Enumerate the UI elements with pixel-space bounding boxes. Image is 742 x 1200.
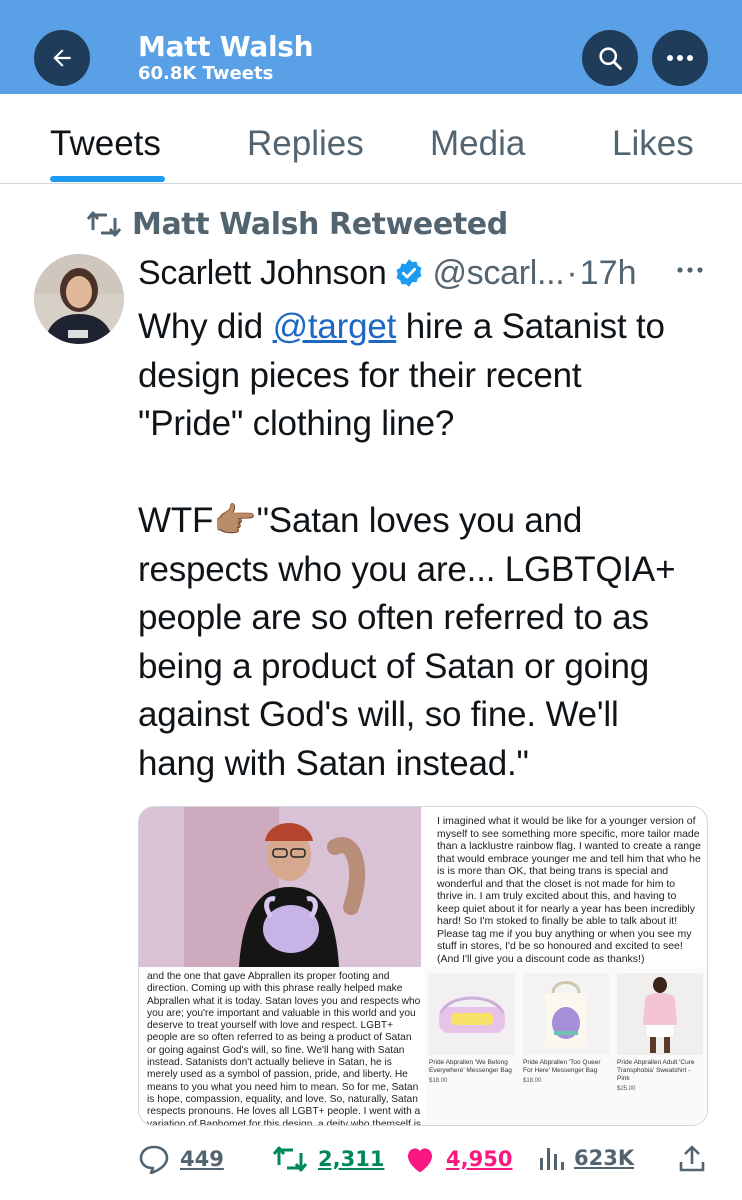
tweet-line: against God's will, so fine. We'll xyxy=(138,695,619,734)
more-dots-icon xyxy=(667,55,693,61)
retweet-button[interactable]: 2,311 xyxy=(272,1144,384,1174)
separator: · xyxy=(566,253,578,292)
like-button[interactable]: 4,950 xyxy=(404,1144,512,1174)
tweet-line: WTF👉🏽"Satan loves you and xyxy=(138,501,583,540)
like-count: 4,950 xyxy=(446,1147,513,1171)
product-title: Pride Abprallen 'We Belong Everywhere' M… xyxy=(429,1059,512,1074)
retweet-icon xyxy=(86,211,122,237)
media-screenshot-text-left: and the one that gave Abprallen its prop… xyxy=(147,971,422,1126)
media-screenshot-text-right: I imagined what it would be like for a y… xyxy=(437,815,701,965)
tab-replies[interactable]: Replies xyxy=(247,124,364,164)
header-tweet-count: 60.8K Tweets xyxy=(138,63,274,84)
retweet-indicator: Matt Walsh Retweeted xyxy=(86,204,508,244)
more-options-button[interactable] xyxy=(652,30,708,86)
tweet-text: Why did @target hire a Satanist to desig… xyxy=(138,303,718,788)
product-price: $18.00 xyxy=(429,1078,448,1084)
reply-count: 449 xyxy=(180,1147,224,1171)
profile-header: Matt Walsh 60.8K Tweets xyxy=(0,0,742,94)
profile-tabs: Tweets Replies Media Likes xyxy=(0,94,742,184)
reply-button[interactable]: 449 xyxy=(138,1144,224,1174)
active-tab-indicator xyxy=(50,176,165,182)
share-icon xyxy=(679,1145,705,1172)
tweet-text-fragment: hire a Satanist to xyxy=(396,307,665,346)
product-card: Pride Abprallen 'We Belong Everywhere' M… xyxy=(429,973,515,1084)
tweet-timestamp[interactable]: 17h xyxy=(580,254,637,293)
mention-link[interactable]: @target xyxy=(273,307,397,346)
tab-media[interactable]: Media xyxy=(430,124,525,164)
product-card: Pride Abprallen Adult 'Cure Transphobia'… xyxy=(617,973,703,1092)
product-grid: Pride Abprallen 'We Belong Everywhere' M… xyxy=(425,967,707,1125)
tweet-author-row: Scarlett Johnson @scarl... · 17h xyxy=(138,250,718,296)
views-chart-icon xyxy=(540,1148,564,1170)
views-count: 623K xyxy=(574,1146,635,1170)
more-dots-icon xyxy=(677,267,703,273)
reply-icon xyxy=(139,1145,169,1174)
tweet-line: hang with Satan instead." xyxy=(138,743,529,783)
author-name[interactable]: Scarlett Johnson xyxy=(138,254,387,293)
retweet-count: 2,311 xyxy=(318,1147,385,1171)
person-photo xyxy=(139,807,421,967)
arrow-left-icon xyxy=(53,49,71,67)
retweet-label: Matt Walsh Retweeted xyxy=(132,206,508,242)
product-price: $18.00 xyxy=(523,1078,542,1084)
product-price: $25.00 xyxy=(617,1086,636,1092)
avatar[interactable] xyxy=(34,254,124,344)
product-image-tote xyxy=(523,973,609,1055)
tweet-text-fragment: Why did xyxy=(138,307,273,346)
share-button[interactable] xyxy=(678,1144,706,1174)
tweet-line: "Pride" clothing line? xyxy=(138,404,455,443)
verified-badge-icon xyxy=(396,259,422,287)
tweet-line: people are so often referred to as xyxy=(138,598,649,637)
tweet-action-bar: 449 2,311 4,950 623K xyxy=(138,1140,718,1186)
product-image-sweatshirt xyxy=(617,973,703,1055)
product-title: Pride Abprallen 'Too Queer For Here' Mes… xyxy=(523,1059,601,1074)
tweet-line: design pieces for their recent xyxy=(138,355,582,395)
search-button[interactable] xyxy=(582,30,638,86)
tweet-line: respects who you are... LGBTQIA+ xyxy=(138,549,676,589)
tab-likes[interactable]: Likes xyxy=(612,124,694,164)
avatar-photo xyxy=(34,254,124,344)
product-card: Pride Abprallen 'Too Queer For Here' Mes… xyxy=(523,973,609,1084)
product-title: Pride Abprallen Adult 'Cure Transphobia'… xyxy=(617,1059,695,1082)
views-button[interactable]: 623K xyxy=(538,1144,634,1172)
product-image-bag xyxy=(429,973,515,1055)
search-icon xyxy=(599,47,622,70)
header-title: Matt Walsh xyxy=(138,30,314,63)
tweet-more-button[interactable] xyxy=(676,254,704,289)
media-photo xyxy=(139,807,421,967)
tab-tweets[interactable]: Tweets xyxy=(50,124,161,164)
tweet-media[interactable]: I imagined what it would be like for a y… xyxy=(138,806,708,1126)
retweet-icon xyxy=(272,1146,308,1172)
back-button[interactable] xyxy=(34,30,90,86)
tweet-line: being a product of Satan or going xyxy=(138,646,650,686)
heart-icon xyxy=(408,1148,432,1173)
tweet-line: Why did @target hire a Satanist to xyxy=(138,303,718,352)
author-handle[interactable]: @scarl... xyxy=(432,254,564,293)
